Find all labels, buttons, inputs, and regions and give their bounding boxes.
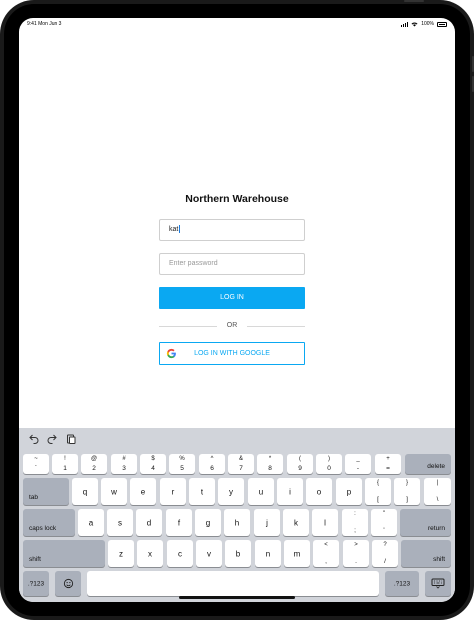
key-x[interactable]: x [137, 540, 163, 567]
key-l[interactable]: l [312, 509, 338, 536]
numbers-left-key[interactable]: .?123 [23, 571, 49, 596]
key-c[interactable]: c [167, 540, 193, 567]
key-z[interactable]: z [108, 540, 134, 567]
key-g[interactable]: g [195, 509, 221, 536]
username-value: kat [169, 226, 179, 233]
key-5[interactable]: % 5 [169, 454, 195, 474]
key-p[interactable]: p [336, 478, 362, 505]
key-2[interactable]: @2 [81, 454, 107, 474]
hide-keyboard-key[interactable] [425, 571, 451, 596]
ipad-frame: 9:41 Mon Jun 3 100% Northern Warehouse k… [0, 0, 474, 620]
screen: 9:41 Mon Jun 3 100% Northern Warehouse k… [19, 18, 455, 602]
key-equals[interactable]: + = [375, 454, 401, 474]
key-e[interactable]: e [130, 478, 156, 505]
password-placeholder: Enter password [169, 260, 218, 267]
home-indicator [179, 596, 295, 599]
key-comma[interactable]: <, [313, 540, 339, 567]
key-h[interactable]: h [224, 509, 250, 536]
battery-percent: 100% [421, 21, 434, 27]
key-minus[interactable]: _ - [345, 454, 371, 474]
wifi-icon [411, 22, 418, 26]
key-backtick[interactable]: ~ ` [23, 454, 49, 474]
google-login-button[interactable]: LOG IN WITH GOOGLE [159, 342, 305, 365]
key-u[interactable]: u [248, 478, 274, 505]
shift-right-key[interactable]: shift [401, 540, 451, 567]
shift-left-key[interactable]: shift [23, 540, 105, 567]
on-screen-keyboard: ~ ` ! 1 @2 #3 $4 % 5 ^ 6 & 7 * 8 (9 ) 0 _ - + = d… [19, 428, 455, 602]
app-title: Northern Warehouse [185, 193, 289, 205]
signal-icon [401, 21, 409, 27]
top-button [404, 0, 424, 2]
delete-key[interactable]: delete [405, 454, 451, 474]
undo-icon[interactable] [28, 433, 40, 445]
key-9[interactable]: (9 [287, 454, 313, 474]
key-b[interactable]: b [225, 540, 251, 567]
key-backslash[interactable]: | \ [424, 478, 451, 505]
key-o[interactable]: o [306, 478, 332, 505]
password-input[interactable]: Enter password [159, 253, 305, 275]
key-q[interactable]: q [72, 478, 98, 505]
battery-icon [437, 21, 447, 27]
key-v[interactable]: v [196, 540, 222, 567]
key-quote[interactable]: " ' [371, 509, 397, 536]
key-1[interactable]: ! 1 [52, 454, 78, 474]
space-bar[interactable] [87, 571, 379, 596]
key-period[interactable]: >. [343, 540, 369, 567]
google-login-label: LOG IN WITH GOOGLE [194, 350, 270, 357]
status-time-date: 9:41 Mon Jun 3 [27, 21, 62, 27]
keyboard-dismiss-icon [431, 578, 445, 589]
key-8[interactable]: * 8 [257, 454, 283, 474]
emoji-key[interactable] [55, 571, 81, 596]
key-7[interactable]: & 7 [228, 454, 254, 474]
emoji-icon [63, 578, 73, 589]
key-k[interactable]: k [283, 509, 309, 536]
login-button[interactable]: LOG IN [159, 287, 305, 309]
or-divider: OR [159, 320, 305, 332]
key-d[interactable]: d [136, 509, 162, 536]
key-a[interactable]: a [78, 509, 104, 536]
key-y[interactable]: y [218, 478, 244, 505]
key-i[interactable]: i [277, 478, 303, 505]
key-3[interactable]: #3 [111, 454, 137, 474]
key-r[interactable]: r [160, 478, 186, 505]
return-key[interactable]: return [400, 509, 451, 536]
numbers-right-key[interactable]: .?123 [385, 571, 419, 596]
divider-line-right [247, 326, 305, 327]
key-6[interactable]: ^ 6 [199, 454, 225, 474]
key-semicolon[interactable]: :; [342, 509, 368, 536]
status-indicators: 100% [401, 21, 447, 27]
key-n[interactable]: n [255, 540, 281, 567]
username-input[interactable]: kat [159, 219, 305, 241]
paste-icon[interactable] [65, 433, 77, 445]
key-right-bracket[interactable]: }] [394, 478, 420, 505]
tab-key[interactable]: tab [23, 478, 69, 505]
key-t[interactable]: t [189, 478, 215, 505]
caps-lock-key[interactable]: caps lock [23, 509, 75, 536]
key-slash[interactable]: ? / [372, 540, 398, 567]
redo-icon[interactable] [46, 433, 58, 445]
keyboard-toolbar [19, 428, 455, 450]
key-0[interactable]: ) 0 [316, 454, 342, 474]
key-s[interactable]: s [107, 509, 133, 536]
key-left-bracket[interactable]: {[ [365, 478, 391, 505]
key-m[interactable]: m [284, 540, 310, 567]
key-4[interactable]: $4 [140, 454, 166, 474]
status-bar: 9:41 Mon Jun 3 100% [19, 18, 455, 30]
key-f[interactable]: f [166, 509, 192, 536]
key-j[interactable]: j [254, 509, 280, 536]
google-icon [166, 348, 176, 359]
text-caret [179, 225, 181, 234]
key-w[interactable]: w [101, 478, 127, 505]
